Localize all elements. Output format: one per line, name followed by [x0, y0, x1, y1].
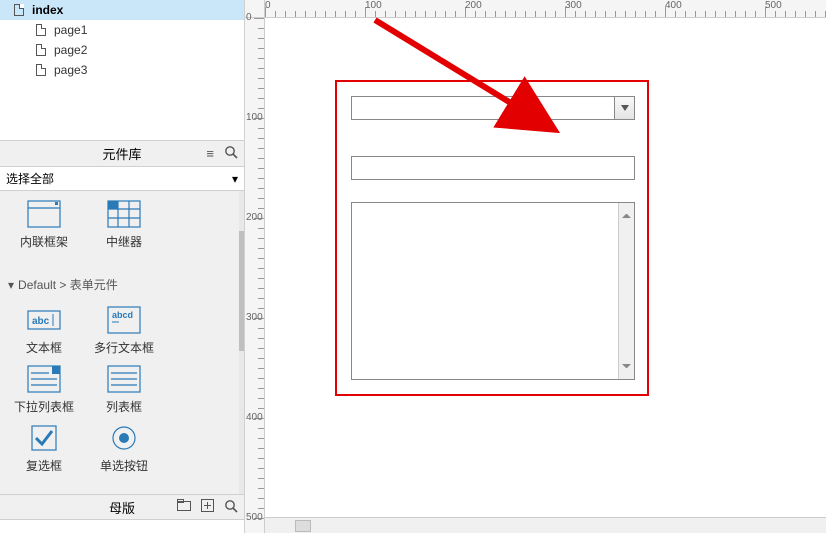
widget-label: 列表框	[106, 398, 142, 415]
page-icon	[14, 4, 24, 16]
canvas-area[interactable]: 0100200300400500 0100200300400500	[245, 0, 826, 533]
textfield-widget[interactable]	[351, 156, 635, 180]
page-item-index[interactable]: index	[0, 0, 244, 20]
svg-text:abcd: abcd	[112, 310, 133, 320]
widget-label: 文本框	[26, 339, 62, 356]
listbox-icon	[106, 364, 142, 394]
textarea-scrollbar[interactable]	[618, 203, 634, 379]
widget-droplist[interactable]: 下拉列表框	[4, 364, 84, 415]
library-select-label: 选择全部	[6, 170, 54, 187]
widget-label: 下拉列表框	[14, 398, 74, 415]
library-panel: 元件库 ≡ 选择全部 ▾ 内联框架 中继器 ▾ Default > 表单元件	[0, 140, 244, 520]
page-label: page1	[54, 23, 87, 37]
widget-textbox[interactable]: abc 文本框	[4, 305, 84, 356]
chevron-down-icon: ▾	[232, 172, 238, 186]
caret-icon: ▾	[8, 278, 14, 292]
widget-category-label[interactable]: ▾ Default > 表单元件	[0, 270, 244, 297]
page-icon	[36, 64, 46, 76]
droplist-icon	[26, 364, 62, 394]
page-label: index	[32, 3, 63, 17]
checkbox-icon	[26, 423, 62, 453]
widget-repeater[interactable]: 中继器	[84, 199, 164, 250]
horizontal-ruler: 0100200300400500	[265, 0, 826, 18]
widget-label: 多行文本框	[94, 339, 154, 356]
masters-header: 母版	[0, 494, 244, 520]
widget-label: 中继器	[106, 233, 142, 250]
widget-listbox[interactable]: 列表框	[84, 364, 164, 415]
widget-label: 单选按钮	[100, 457, 148, 474]
search-icon[interactable]	[224, 145, 238, 162]
page-item-page3[interactable]: page3	[0, 60, 244, 80]
repeater-icon	[106, 199, 142, 229]
widget-textarea[interactable]: abcd 多行文本框	[84, 305, 164, 356]
search-icon[interactable]	[224, 499, 238, 516]
textarea-icon: abcd	[106, 305, 142, 335]
page-item-page2[interactable]: page2	[0, 40, 244, 60]
page-icon	[36, 24, 46, 36]
vertical-ruler: 0100200300400500	[245, 18, 265, 533]
textbox-icon: abc	[26, 305, 62, 335]
library-title: 元件库	[102, 144, 141, 163]
page-item-page1[interactable]: page1	[0, 20, 244, 40]
inline-frame-icon	[26, 199, 62, 229]
widget-label: 复选框	[26, 457, 62, 474]
page-icon	[36, 44, 46, 56]
textarea-widget[interactable]	[351, 202, 635, 380]
radio-icon	[106, 423, 142, 453]
category-text: Default > 表单元件	[18, 276, 118, 293]
design-canvas[interactable]	[265, 18, 826, 533]
masters-title: 母版	[109, 498, 135, 517]
widget-inline-frame[interactable]: 内联框架	[4, 199, 84, 250]
horizontal-scrollbar[interactable]	[265, 517, 826, 533]
widget-radio[interactable]: 单选按钮	[84, 423, 164, 474]
library-header: 元件库 ≡	[0, 141, 244, 167]
menu-icon[interactable]: ≡	[206, 146, 214, 161]
widget-checkbox[interactable]: 复选框	[4, 423, 84, 474]
widget-label: 内联框架	[20, 233, 68, 250]
svg-text:abc: abc	[32, 316, 50, 327]
page-label: page3	[54, 63, 87, 77]
add-master-icon[interactable]	[201, 499, 214, 516]
dropdown-arrow-icon[interactable]	[614, 97, 634, 119]
add-folder-icon[interactable]	[177, 499, 191, 516]
dropdown-widget[interactable]	[351, 96, 635, 120]
pages-panel: index page1 page2 page3	[0, 0, 244, 80]
page-label: page2	[54, 43, 87, 57]
library-select-row[interactable]: 选择全部 ▾	[0, 167, 244, 191]
